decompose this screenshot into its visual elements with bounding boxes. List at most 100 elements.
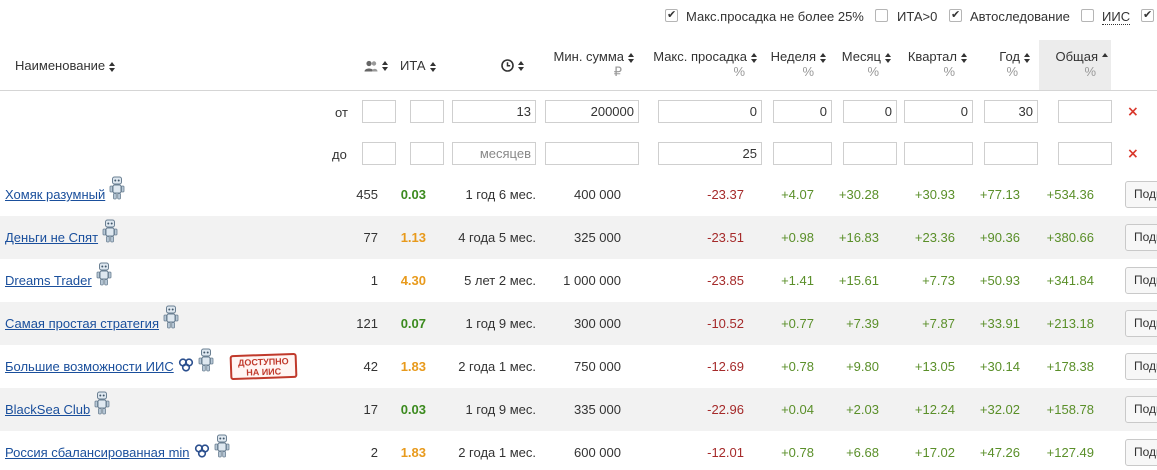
- extra-checkbox[interactable]: [1141, 8, 1154, 22]
- iis-label[interactable]: ИИС: [1102, 9, 1131, 25]
- connect-button[interactable]: Подключить: [1125, 267, 1157, 294]
- filter-from-age[interactable]: [452, 100, 536, 123]
- strategy-name-cell: BlackSea Club: [5, 388, 110, 431]
- sort-icon: [518, 60, 524, 71]
- min-sum-cell: 600 000: [574, 445, 621, 460]
- filter-to-drawdown[interactable]: [658, 142, 762, 165]
- connect-button[interactable]: Подключить: [1125, 439, 1157, 466]
- total-cell: +380.66: [1046, 230, 1094, 245]
- subscribers-cell: 17: [363, 402, 378, 417]
- max-drawdown-label[interactable]: Макс.просадка не более 25%: [686, 9, 864, 24]
- connect-button[interactable]: Подключить: [1125, 181, 1157, 208]
- connect-button[interactable]: Подключить: [1125, 224, 1157, 251]
- quarter-cell: +12.24: [914, 402, 955, 417]
- col-subscribers-header[interactable]: [364, 57, 388, 72]
- filter-to-min-sum[interactable]: [545, 142, 639, 165]
- year-cell: +30.14: [979, 359, 1020, 374]
- connect-button[interactable]: Подключить: [1125, 396, 1157, 423]
- col-total-header[interactable]: Общая %: [1048, 49, 1108, 79]
- sort-icon: [382, 60, 388, 71]
- subscribers-cell: 42: [363, 359, 378, 374]
- drawdown-cell: -23.51: [707, 230, 744, 245]
- age-cell: 1 год 9 мес.: [465, 316, 536, 331]
- autofollow-label[interactable]: Автоследование: [970, 9, 1070, 24]
- strategy-link[interactable]: Россия сбалансированная min: [5, 445, 190, 460]
- week-cell: +1.41: [781, 273, 814, 288]
- filter-to-month[interactable]: [843, 142, 897, 165]
- filter-to-total[interactable]: [1058, 142, 1112, 165]
- table-row: Большие возможности ИИС ДОСТУПНО НА ИИС 42 1…: [0, 345, 1157, 388]
- drawdown-cell: -10.52: [707, 316, 744, 331]
- sort-icon: [1024, 52, 1030, 63]
- strategy-link[interactable]: Dreams Trader: [5, 273, 92, 288]
- strategy-link[interactable]: Хомяк разумный: [5, 187, 105, 202]
- drawdown-cell: -23.37: [707, 187, 744, 202]
- filter-to-week[interactable]: [773, 142, 832, 165]
- filter-from-total[interactable]: [1058, 100, 1112, 123]
- filter-from-min-sum[interactable]: [545, 100, 639, 123]
- filter-from-drawdown[interactable]: [658, 100, 762, 123]
- robot-icon: [102, 219, 118, 243]
- quarter-cell: +30.93: [914, 187, 955, 202]
- year-cell: +32.02: [979, 402, 1020, 417]
- month-cell: +6.68: [846, 445, 879, 460]
- table-row: Хомяк разумный 455 0.03 1 год 6 мес. 400 000…: [0, 173, 1157, 216]
- filter-to-year[interactable]: [984, 142, 1038, 165]
- filter-to-quarter[interactable]: [904, 142, 973, 165]
- col-year-header[interactable]: Год %: [990, 49, 1030, 79]
- month-cell: +15.61: [838, 273, 879, 288]
- quarter-cell: +23.36: [914, 230, 955, 245]
- drawdown-cell: -12.69: [707, 359, 744, 374]
- col-min-sum-header[interactable]: Мин. сумма ₽: [550, 49, 634, 80]
- connect-button[interactable]: Подключить: [1125, 310, 1157, 337]
- strategy-link[interactable]: Большие возможности ИИС: [5, 359, 174, 374]
- robot-icon: [163, 305, 179, 329]
- min-sum-cell: 400 000: [574, 187, 621, 202]
- clear-to-filters-icon[interactable]: ×: [1127, 146, 1139, 162]
- strategy-link[interactable]: Самая простая стратегия: [5, 316, 159, 331]
- robot-icon: [109, 176, 125, 200]
- total-cell: +341.84: [1046, 273, 1094, 288]
- week-cell: +0.78: [781, 359, 814, 374]
- max-drawdown-checkbox[interactable]: [665, 8, 678, 22]
- ita-cell: 0.03: [400, 187, 426, 202]
- strategy-link[interactable]: BlackSea Club: [5, 402, 90, 417]
- filter-to-ita[interactable]: [410, 142, 444, 165]
- filter-from-subscribers[interactable]: [362, 100, 396, 123]
- age-cell: 2 года 1 мес.: [458, 359, 536, 374]
- table-row: Деньги не Спят 77 1.13 4 года 5 мес. 325 000…: [0, 216, 1157, 259]
- col-ita-header[interactable]: ИТА: [400, 58, 436, 73]
- filter-from-ita[interactable]: [410, 100, 444, 123]
- year-cell: +77.13: [979, 187, 1020, 202]
- col-quarter-header[interactable]: Квартал %: [905, 49, 967, 79]
- strategy-name-cell: Самая простая стратегия: [5, 302, 179, 345]
- filter-to-age[interactable]: [452, 142, 536, 165]
- age-cell: 4 года 5 мес.: [458, 230, 536, 245]
- connect-button[interactable]: Подключить: [1125, 353, 1157, 380]
- filter-from-year[interactable]: [984, 100, 1038, 123]
- table-row: Dreams Trader 1 4.30 5 лет 2 мес. 1 000 000 -…: [0, 259, 1157, 302]
- iis-checkbox[interactable]: [1081, 9, 1094, 22]
- header-divider: [0, 90, 1157, 91]
- filter-from-week[interactable]: [773, 100, 832, 123]
- drawdown-cell: -23.85: [707, 273, 744, 288]
- month-cell: +30.28: [838, 187, 879, 202]
- ita-positive-checkbox[interactable]: [875, 9, 888, 22]
- filter-to-subscribers[interactable]: [362, 142, 396, 165]
- strategy-link[interactable]: Деньги не Спят: [5, 230, 98, 245]
- filter-from-label: от: [335, 105, 348, 120]
- col-drawdown-header[interactable]: Макс. просадка %: [650, 49, 757, 79]
- col-week-header[interactable]: Неделя %: [768, 49, 826, 79]
- filter-from-month[interactable]: [843, 100, 897, 123]
- ita-positive-label[interactable]: ИТА>0: [897, 9, 937, 24]
- filter-from-quarter[interactable]: [904, 100, 973, 123]
- clear-from-filters-icon[interactable]: ×: [1127, 104, 1139, 120]
- col-month-header[interactable]: Месяц %: [839, 49, 891, 79]
- ita-cell: 0.07: [400, 316, 426, 331]
- robot-icon: [96, 262, 112, 286]
- col-name-header[interactable]: Наименование: [15, 58, 116, 73]
- autofollow-checkbox[interactable]: [949, 8, 962, 22]
- col-age-header[interactable]: [501, 57, 524, 72]
- min-sum-cell: 1 000 000: [563, 273, 621, 288]
- ita-cell: 1.83: [400, 359, 426, 374]
